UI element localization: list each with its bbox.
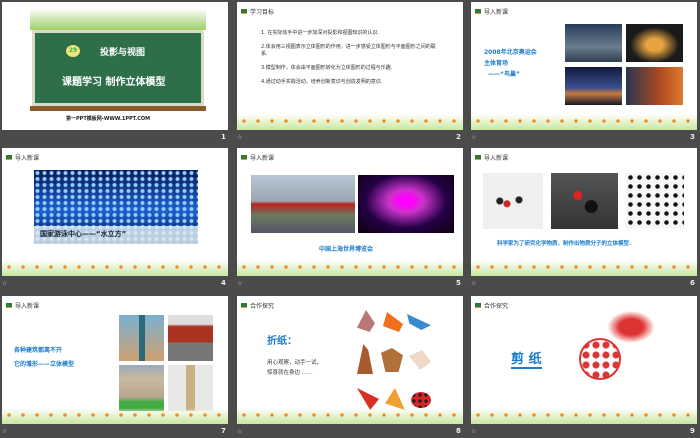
slide-thumbnail-1[interactable]: 29 投影与视图 课题学习 制作立体模型 第一PPT模板网-WWW.1PPT.C… bbox=[2, 2, 228, 130]
animation-star-icon[interactable]: ☆ bbox=[471, 134, 476, 141]
slide-caption: 科学家为了研究化学物质，制作出物质分子的立体模型. bbox=[497, 241, 632, 247]
slide-header: 导入新课 bbox=[241, 153, 274, 162]
photo-caption: 国家游泳中心——“水立方” bbox=[40, 230, 127, 238]
taipei-101-photo bbox=[119, 315, 164, 361]
grass-decoration bbox=[471, 408, 697, 424]
board-icon bbox=[6, 303, 12, 308]
animation-star-icon[interactable]: ☆ bbox=[471, 428, 476, 435]
molecule-model-photo bbox=[551, 173, 618, 229]
objective-item: 2.体会用三视图表示立体图形的作用，进一步感受立体图形与平面图形之间的联系. bbox=[261, 44, 436, 57]
lesson-badge: 29 bbox=[66, 45, 80, 57]
slide-title: 折纸： bbox=[267, 336, 297, 347]
grass-decoration bbox=[30, 8, 206, 30]
bird-nest-photo bbox=[565, 67, 622, 105]
origami-bird bbox=[383, 312, 403, 332]
animation-star-icon[interactable]: ☆ bbox=[2, 428, 7, 435]
grass-decoration bbox=[471, 260, 697, 276]
origami-camel bbox=[381, 348, 403, 372]
slide-subtitle: 课题学习 制作立体模型 bbox=[62, 77, 166, 88]
animation-star-icon[interactable]: ☆ bbox=[471, 280, 476, 287]
slide-number: 8 bbox=[456, 427, 461, 435]
origami-ladybug bbox=[411, 392, 431, 408]
origami-dog bbox=[409, 350, 431, 370]
paper-cut-fish bbox=[603, 308, 659, 346]
origami-fox bbox=[357, 310, 375, 332]
grass-decoration bbox=[471, 114, 697, 130]
caption-line: 主体育场 bbox=[484, 60, 509, 67]
objective-item: 3.模型制作，体会由平面图形转化为立体图形的过程与乐趣. bbox=[261, 65, 393, 71]
grass-decoration bbox=[2, 408, 228, 424]
caption-line: 2008年北京奥运会 bbox=[484, 49, 537, 56]
footer-text: 第一PPT模板网-WWW.1PPT.COM bbox=[66, 116, 151, 122]
bird-nest-photo bbox=[626, 67, 683, 105]
slide-number: 6 bbox=[690, 279, 695, 287]
slide-caption: 中国上海世界博览会 bbox=[319, 246, 374, 253]
animation-star-icon[interactable]: ☆ bbox=[237, 428, 242, 435]
board-icon bbox=[475, 303, 481, 308]
molecule-model-photo bbox=[626, 173, 684, 229]
slide-header: 导入新课 bbox=[475, 153, 508, 162]
grass-decoration bbox=[2, 260, 228, 276]
slide-header: 导入新课 bbox=[6, 301, 39, 310]
slide-header: 导入新课 bbox=[475, 7, 508, 16]
temple-photo bbox=[168, 315, 213, 361]
slide-header: 合作探究 bbox=[241, 301, 274, 310]
slide-thumbnail-3[interactable]: 导入新课 2008年北京奥运会 主体育场 ——“鸟巢” bbox=[471, 2, 697, 130]
slide-thumbnail-5[interactable]: 导入新课 中国上海世界博览会 bbox=[237, 148, 463, 276]
animation-star-icon[interactable]: ☆ bbox=[2, 280, 7, 287]
slide-header: 学习目标 bbox=[241, 7, 274, 16]
board-icon bbox=[475, 9, 481, 14]
board-icon bbox=[241, 303, 247, 308]
origami-mouse bbox=[407, 314, 431, 330]
slide-number: 4 bbox=[221, 279, 226, 287]
slide-number: 3 bbox=[690, 133, 695, 141]
origami-fish bbox=[385, 388, 405, 410]
slide-thumbnail-9[interactable]: 合作探究 剪 纸 bbox=[471, 296, 697, 424]
slide-thumbnail-7[interactable]: 导入新课 各种建筑都离不开 它的雏形——立体模型 bbox=[2, 296, 228, 424]
slide-header: 导入新课 bbox=[6, 153, 39, 162]
slide-number: 9 bbox=[690, 427, 695, 435]
board-icon bbox=[6, 155, 12, 160]
slide-number: 7 bbox=[221, 427, 226, 435]
bird-nest-photo bbox=[565, 24, 622, 62]
slide-thumbnail-2[interactable]: 学习目标 1. 在实际动手中进一步加深对投影和视图知识的认识. 2.体会用三视图… bbox=[237, 2, 463, 130]
building-model-photo bbox=[119, 365, 164, 411]
molecule-model-photo bbox=[483, 173, 543, 229]
animation-star-icon[interactable]: ☆ bbox=[237, 280, 242, 287]
objective-item: 1. 在实际动手中进一步加深对投影和视图知识的认识. bbox=[261, 30, 379, 36]
board-icon bbox=[241, 9, 247, 14]
grass-decoration bbox=[237, 114, 463, 130]
chalkboard: 29 投影与视图 课题学习 制作立体模型 bbox=[32, 30, 204, 106]
caption-line: ——“鸟巢” bbox=[488, 71, 520, 78]
slide-title: 剪 纸 bbox=[511, 348, 542, 369]
grass-decoration bbox=[237, 260, 463, 276]
board-icon bbox=[241, 155, 247, 160]
slide-number: 5 bbox=[456, 279, 461, 287]
body-line: 惊喜就在身边 …… bbox=[267, 370, 313, 376]
water-cube-photo: 国家游泳中心——“水立方” bbox=[34, 170, 198, 244]
expo-night-photo bbox=[358, 175, 454, 233]
origami-crane bbox=[357, 388, 379, 410]
caption-line: 它的雏形——立体模型 bbox=[14, 361, 75, 368]
animation-star-icon[interactable]: ☆ bbox=[237, 134, 242, 141]
bird-nest-photo bbox=[626, 24, 683, 62]
slide-thumbnail-6[interactable]: 导入新课 科学家为了研究化学物质，制作出物质分子的立体模型. bbox=[471, 148, 697, 276]
slide-title: 投影与视图 bbox=[100, 48, 146, 58]
caption-line: 各种建筑都离不开 bbox=[14, 347, 63, 354]
expo-china-pavilion-photo bbox=[251, 175, 355, 233]
board-shelf bbox=[30, 106, 206, 111]
slide-header: 合作探究 bbox=[475, 301, 508, 310]
body-line: 用心观察，动手一试， bbox=[267, 360, 323, 366]
board-icon bbox=[475, 155, 481, 160]
slide-thumbnail-4[interactable]: 导入新课 国家游泳中心——“水立方” bbox=[2, 148, 228, 276]
origami-horse bbox=[357, 344, 373, 374]
slide-thumbnail-8[interactable]: 合作探究 折纸： 用心观察，动手一试， 惊喜就在身边 …… bbox=[237, 296, 463, 424]
grass-decoration bbox=[237, 408, 463, 424]
objective-item: 4.通过动手实践活动，培养创新意识与创造发明的意识. bbox=[261, 79, 383, 85]
windmill-model-photo bbox=[168, 365, 213, 411]
slide-number: 1 bbox=[221, 133, 226, 141]
slide-number: 2 bbox=[456, 133, 461, 141]
